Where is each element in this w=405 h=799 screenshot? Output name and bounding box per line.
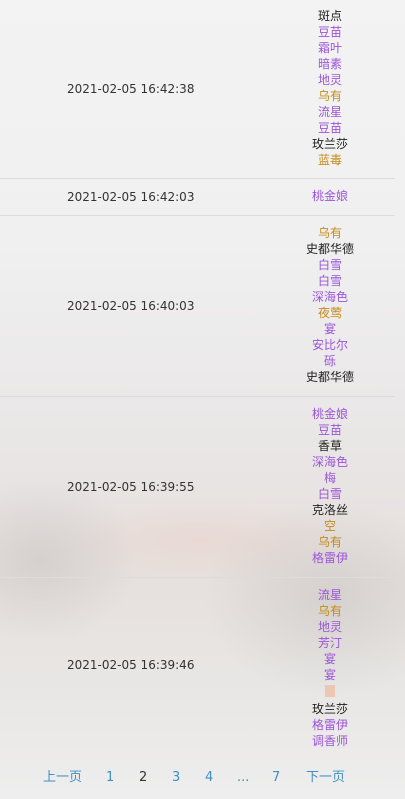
operator-name: 地灵	[317, 620, 342, 634]
operator-name: 香草	[317, 439, 342, 453]
operator-name: 蓝毒	[317, 153, 342, 167]
operator-name: 霜叶	[317, 41, 342, 55]
operator-name: 宴	[323, 322, 336, 336]
operator-name: 宴	[323, 652, 336, 666]
operator-list: 斑点 豆苗 霜叶 暗素 地灵 乌有 流星 豆苗 玫兰莎 蓝毒	[290, 8, 370, 168]
prev-page-link[interactable]: 上一页	[43, 768, 82, 788]
operator-name: 深海色	[311, 455, 348, 469]
operator-name: 桃金娘	[311, 407, 348, 421]
operator-name: 夜莺	[317, 306, 342, 320]
record-row: 2021-02-05 16:39:55 桃金娘豆苗香草深海色梅白雪克洛丝空乌有格雷…	[0, 396, 395, 578]
operator-name: 乌有	[317, 535, 342, 549]
operator-name: 豆苗	[317, 121, 342, 135]
operator-name: 安比尔	[311, 338, 348, 352]
pagination: 上一页 1 2 3 4 ... 7 下一页	[0, 768, 405, 788]
operator-name: 深海色	[311, 290, 348, 304]
operator-name: 玫兰莎	[311, 137, 348, 151]
operator-name: 芳汀	[317, 636, 342, 650]
operator-name: 桃金娘	[311, 189, 348, 203]
operator-name: 白雪	[317, 258, 342, 272]
page-link-2-current: 2	[139, 770, 148, 785]
empty-slot-marker	[325, 685, 335, 697]
operator-name: 砾	[323, 354, 336, 368]
operator-name: 豆苗	[317, 423, 342, 437]
operator-name: 暗素	[317, 57, 342, 71]
operator-name: 乌有	[317, 89, 342, 103]
operator-name: 梅	[323, 471, 336, 485]
record-timestamp: 2021-02-05 16:42:03	[67, 190, 195, 204]
page-link-4[interactable]: 4	[205, 768, 213, 788]
operator-name: 玫兰莎	[311, 702, 348, 716]
record-row: 2021-02-05 16:42:03 桃金娘	[0, 178, 395, 216]
record-row: 2021-02-05 16:40:03 乌有 史都华德 白雪 白雪 深海色 夜莺宴安比尔砾史…	[0, 215, 395, 397]
operator-name: 白雪	[317, 487, 342, 501]
page-ellipsis: ...	[237, 770, 250, 785]
record-timestamp: 2021-02-05 16:39:46	[67, 658, 195, 672]
operator-list: 桃金娘豆苗香草深海色梅白雪克洛丝空乌有格雷伊	[290, 406, 370, 566]
operator-name: 流星	[317, 105, 342, 119]
operator-name-empty	[290, 685, 370, 701]
record-timestamp: 2021-02-05 16:40:03	[67, 299, 195, 313]
operator-name: 史都华德	[305, 370, 354, 384]
operator-name: 宴	[323, 668, 336, 682]
operator-name: 克洛丝	[311, 503, 348, 517]
operator-name: 格雷伊	[311, 551, 348, 565]
operator-name: 地灵	[317, 73, 342, 87]
operator-list: 桃金娘	[290, 188, 370, 204]
operator-list: 乌有 史都华德 白雪 白雪 深海色 夜莺宴安比尔砾史都华德	[290, 225, 370, 385]
operator-name: 格雷伊	[311, 718, 348, 732]
record-timestamp: 2021-02-05 16:42:38	[67, 82, 195, 96]
page-link-7[interactable]: 7	[272, 768, 280, 788]
page-link-1[interactable]: 1	[106, 768, 114, 788]
operator-name: 白雪	[317, 274, 342, 288]
record-row: 2021-02-05 16:42:38 斑点 豆苗 霜叶 暗素 地灵 乌有 流星 豆苗 玫兰莎 蓝毒	[0, 0, 395, 179]
operator-name: 乌有	[317, 226, 342, 240]
record-row: 2021-02-05 16:39:46 流星乌有地灵芳汀宴宴玫兰莎格雷伊调香师	[0, 577, 395, 752]
record-timestamp: 2021-02-05 16:39:55	[67, 480, 195, 494]
operator-list: 流星乌有地灵芳汀宴宴玫兰莎格雷伊调香师	[290, 587, 370, 749]
operator-name: 流星	[317, 588, 342, 602]
operator-name: 空	[323, 519, 336, 533]
operator-name: 豆苗	[317, 25, 342, 39]
operator-name: 史都华德	[305, 242, 354, 256]
next-page-link[interactable]: 下一页	[306, 768, 345, 788]
page-link-3[interactable]: 3	[172, 768, 180, 788]
operator-name: 斑点	[317, 9, 342, 23]
operator-name: 调香师	[311, 734, 348, 748]
operator-name: 乌有	[317, 604, 342, 618]
